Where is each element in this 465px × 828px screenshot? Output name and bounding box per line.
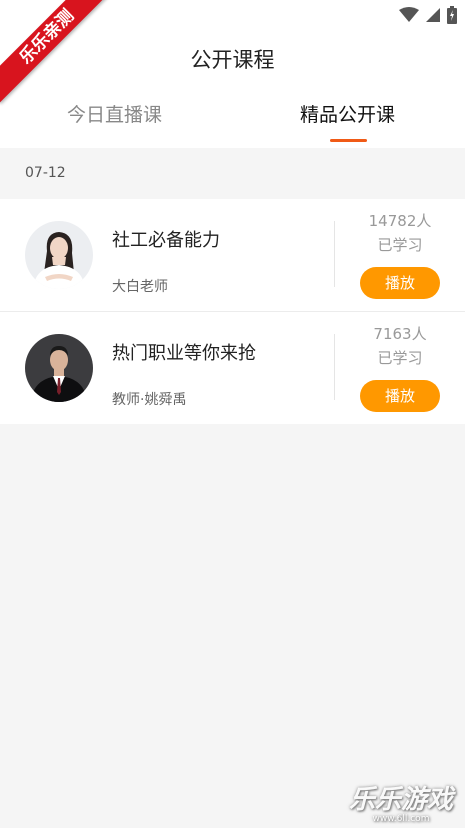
cellular-signal-icon xyxy=(426,8,440,22)
play-button[interactable]: 播放 xyxy=(360,380,440,412)
divider xyxy=(334,334,335,400)
teacher-avatar xyxy=(25,334,93,402)
active-tab-indicator xyxy=(330,139,367,142)
status-bar xyxy=(399,6,457,24)
divider xyxy=(334,221,335,287)
watermark: 乐乐游戏 www.6ll.com xyxy=(342,786,460,824)
teacher-avatar xyxy=(25,221,93,289)
wifi-icon xyxy=(399,7,419,22)
teacher-name: 大白老师 xyxy=(112,279,168,295)
corner-ribbon: 乐乐亲测 xyxy=(0,0,110,110)
learner-label: 已学习 xyxy=(377,349,423,367)
learner-count: 7163人 xyxy=(373,325,427,343)
watermark-text: 乐乐游戏 xyxy=(348,785,453,815)
tab-featured-public[interactable]: 精品公开课 xyxy=(300,100,395,127)
battery-charging-icon xyxy=(447,6,457,24)
teacher-name: 教师·姚舜禹 xyxy=(112,392,187,408)
learner-label: 已学习 xyxy=(377,236,423,254)
course-item[interactable]: 社工必备能力 大白老师 14782人 已学习 播放 xyxy=(0,199,465,311)
play-button[interactable]: 播放 xyxy=(360,267,440,299)
learner-count: 14782人 xyxy=(368,212,432,230)
course-title: 热门职业等你来抢 xyxy=(112,343,256,364)
watermark-url: www.6ll.com xyxy=(372,814,430,824)
course-title: 社工必备能力 xyxy=(112,230,220,251)
ribbon-label: 乐乐亲测 xyxy=(0,0,110,103)
date-group-header: 07-12 xyxy=(0,148,465,198)
date-label: 07-12 xyxy=(25,165,66,181)
course-item[interactable]: 热门职业等你来抢 教师·姚舜禹 7163人 已学习 播放 xyxy=(0,312,465,424)
